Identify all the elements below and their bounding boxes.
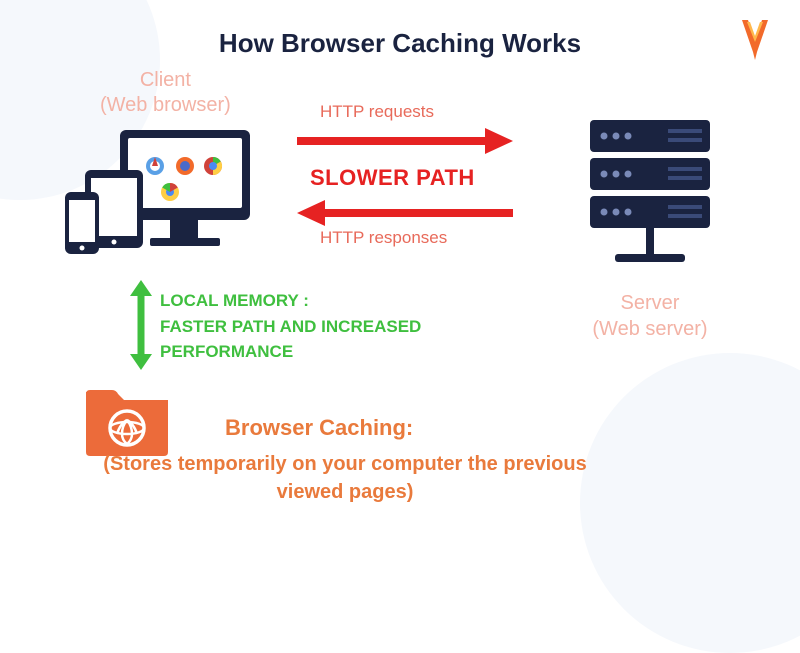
server-label-line2: (Web server) — [570, 316, 730, 342]
local-memory-line2: FASTER PATH AND INCREASED — [160, 314, 480, 340]
local-memory-label: LOCAL MEMORY : FASTER PATH AND INCREASED… — [160, 288, 480, 365]
local-memory-line1: LOCAL MEMORY : — [160, 288, 480, 314]
slower-path-label: SLOWER PATH — [310, 165, 475, 191]
local-memory-line3: PERFORMANCE — [160, 339, 480, 365]
http-responses-label: HTTP responses — [320, 228, 447, 248]
browser-caching-description: (Stores temporarily on your computer the… — [95, 450, 595, 506]
browser-caching-title: Browser Caching: — [225, 415, 413, 441]
arrow-right-icon — [295, 126, 515, 161]
server-label-line1: Server — [570, 290, 730, 316]
server-label: Server (Web server) — [570, 290, 730, 342]
client-label: Client (Web browser) — [100, 68, 231, 118]
background-blob-bottom-right — [580, 353, 800, 653]
diagram-title: How Browser Caching Works — [0, 28, 800, 59]
client-label-line1: Client — [100, 68, 231, 93]
http-requests-label: HTTP requests — [320, 102, 434, 122]
client-devices-icon — [65, 130, 250, 265]
server-icon — [580, 120, 720, 285]
double-arrow-vertical-icon — [128, 280, 154, 375]
client-label-line2: (Web browser) — [100, 93, 231, 118]
